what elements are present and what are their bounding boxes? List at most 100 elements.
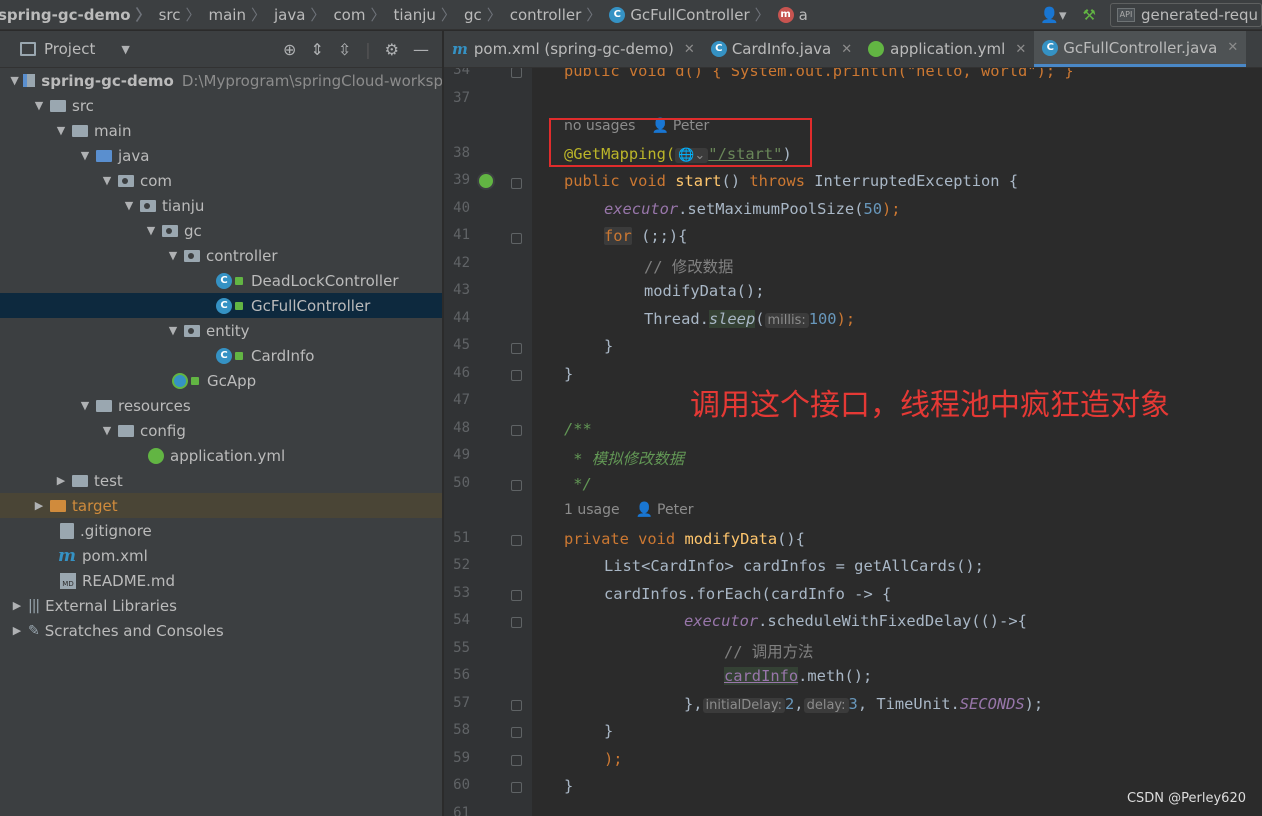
tree-item-com[interactable]: ▼ com	[0, 168, 442, 193]
tab-gcfullcontroller-java[interactable]: C GcFullController.java ✕	[1034, 31, 1247, 67]
folder-icon	[50, 99, 66, 112]
tree-item-config[interactable]: ▼ config	[0, 418, 442, 443]
chevron-down-icon[interactable]: ▼	[121, 43, 129, 56]
tree-item-entity[interactable]: ▼ entity	[0, 318, 442, 343]
breadcrumb-java[interactable]: java 〉	[274, 0, 333, 29]
breadcrumb-com[interactable]: com 〉	[333, 0, 393, 29]
fold-marker-icon[interactable]	[511, 68, 522, 78]
fold-marker-icon[interactable]	[511, 782, 522, 793]
tree-item-src[interactable]: ▼ src	[0, 93, 442, 118]
chevron-right-icon[interactable]: ▶	[10, 624, 24, 637]
chevron-down-icon[interactable]: ▼	[122, 199, 136, 212]
tree-item-gc[interactable]: ▼ gc	[0, 218, 442, 243]
collapse-all-icon[interactable]: ⇳	[338, 40, 351, 59]
tab-application-yml[interactable]: application.yml ✕	[860, 31, 1034, 67]
line-number: 39	[453, 172, 470, 188]
breadcrumb-label: spring-gc-demo	[0, 5, 131, 24]
tree-label: External Libraries	[45, 596, 177, 615]
fold-marker-icon[interactable]	[511, 343, 522, 354]
tree-item-cardinfo[interactable]: C CardInfo	[0, 343, 442, 368]
fold-marker-icon[interactable]	[511, 617, 522, 628]
tree-item-gcfullcontroller[interactable]: C GcFullController	[0, 293, 442, 318]
fold-marker-icon[interactable]	[511, 590, 522, 601]
project-title[interactable]: Project	[44, 40, 95, 58]
tree-item-deadlockcontroller[interactable]: C DeadLockController	[0, 268, 442, 293]
tree-label: GcFullController	[251, 296, 371, 315]
fold-marker-icon[interactable]	[511, 233, 522, 244]
tree-item-pom-xml[interactable]: m pom.xml	[0, 543, 442, 568]
breadcrumb-class[interactable]: C GcFullController 〉	[609, 0, 777, 29]
fold-marker-icon[interactable]	[511, 755, 522, 766]
tree-item-application-yml[interactable]: application.yml	[0, 443, 442, 468]
breadcrumb-tianju[interactable]: tianju 〉	[394, 0, 464, 29]
chevron-down-icon[interactable]: ▼	[10, 74, 19, 87]
tree-item-project-root[interactable]: ▼ spring-gc-demo D:\Myprogram\springClou…	[0, 68, 442, 93]
chevron-down-icon[interactable]: ▼	[78, 399, 92, 412]
tree-item-tianju[interactable]: ▼ tianju	[0, 193, 442, 218]
expand-all-icon[interactable]: ⇕	[310, 40, 323, 59]
tree-item-resources[interactable]: ▼ resources	[0, 393, 442, 418]
breadcrumb-gc[interactable]: gc 〉	[464, 0, 510, 29]
tab-cardinfo-java[interactable]: C CardInfo.java ✕	[703, 31, 860, 67]
spring-endpoint-gutter-icon[interactable]	[477, 172, 495, 190]
field-token: executor	[684, 612, 759, 630]
chevron-down-icon[interactable]: ▼	[54, 124, 68, 137]
chevron-down-icon[interactable]: ▼	[32, 99, 46, 112]
tree-item-controller[interactable]: ▼ controller	[0, 243, 442, 268]
gear-icon[interactable]: ⚙	[385, 40, 399, 59]
breadcrumb-label: com	[333, 5, 366, 24]
chevron-right-icon[interactable]: ▶	[32, 499, 46, 512]
tree-item-test[interactable]: ▶ test	[0, 468, 442, 493]
code-text: ,	[794, 695, 804, 713]
close-icon[interactable]: ✕	[1227, 40, 1238, 55]
tree-item-gcapp[interactable]: GcApp	[0, 368, 442, 393]
minimize-icon[interactable]: —	[413, 40, 429, 59]
line-number: 38	[453, 145, 470, 161]
fold-marker-icon[interactable]	[511, 178, 522, 189]
usage-hint[interactable]: 1 usage 👤 Peter	[564, 502, 693, 518]
user-icon[interactable]: 👤▾	[1040, 6, 1066, 24]
locate-icon[interactable]: ⊕	[283, 40, 296, 59]
tree-item-readme[interactable]: MD README.md	[0, 568, 442, 593]
code-text: , TimeUnit.	[857, 695, 960, 713]
chevron-down-icon[interactable]: ▼	[166, 249, 180, 262]
close-icon[interactable]: ✕	[841, 42, 852, 57]
tab-pom-xml[interactable]: m pom.xml (spring-gc-demo) ✕	[444, 31, 703, 67]
breadcrumb-controller[interactable]: controller 〉	[510, 0, 610, 29]
chevron-down-icon[interactable]: ▼	[166, 324, 180, 337]
fold-marker-icon[interactable]	[511, 700, 522, 711]
breadcrumb-project[interactable]: spring-gc-demo 〉	[0, 0, 159, 29]
tree-item-java[interactable]: ▼ java	[0, 143, 442, 168]
breadcrumb-src[interactable]: src 〉	[159, 0, 209, 29]
run-config-select[interactable]: API generated-requ	[1110, 3, 1262, 27]
line-number: 42	[453, 255, 470, 271]
fold-marker-icon[interactable]	[511, 535, 522, 546]
build-hammer-icon[interactable]: ⚒	[1083, 6, 1096, 24]
fold-marker-icon[interactable]	[511, 425, 522, 436]
chevron-down-icon[interactable]: ▼	[100, 174, 114, 187]
close-icon[interactable]: ✕	[1015, 42, 1026, 57]
chevron-right-icon[interactable]: ▶	[10, 599, 24, 612]
breadcrumb-main[interactable]: main 〉	[208, 0, 274, 29]
tree-label: tianju	[162, 196, 205, 215]
chevron-down-icon[interactable]: ▼	[78, 149, 92, 162]
code-editor[interactable]: 34 37 38 39 40 41 42 43 44 45 46 47 48 4…	[444, 68, 1262, 816]
tree-item-main[interactable]: ▼ main	[0, 118, 442, 143]
breadcrumb-method[interactable]: ma	[777, 0, 808, 29]
fold-marker-icon[interactable]	[511, 370, 522, 381]
chevron-right-icon: 〉	[754, 6, 770, 24]
close-icon[interactable]: ✕	[684, 42, 695, 57]
tree-item-external-libraries[interactable]: ▶ ||| External Libraries	[0, 593, 442, 618]
fold-marker-icon[interactable]	[511, 727, 522, 738]
chevron-down-icon[interactable]: ▼	[144, 224, 158, 237]
tree-label: README.md	[82, 571, 176, 590]
tree-label: spring-gc-demo	[41, 71, 174, 90]
chevron-right-icon[interactable]: ▶	[54, 474, 68, 487]
run-config-label: generated-requ	[1141, 6, 1258, 24]
chevron-down-icon[interactable]: ▼	[100, 424, 114, 437]
tree-item-gitignore[interactable]: .gitignore	[0, 518, 442, 543]
tree-item-target[interactable]: ▶ target	[0, 493, 442, 518]
tree-item-scratches[interactable]: ▶ ✎ Scratches and Consoles	[0, 618, 442, 643]
fold-marker-icon[interactable]	[511, 480, 522, 491]
tab-label: pom.xml (spring-gc-demo)	[473, 40, 674, 58]
